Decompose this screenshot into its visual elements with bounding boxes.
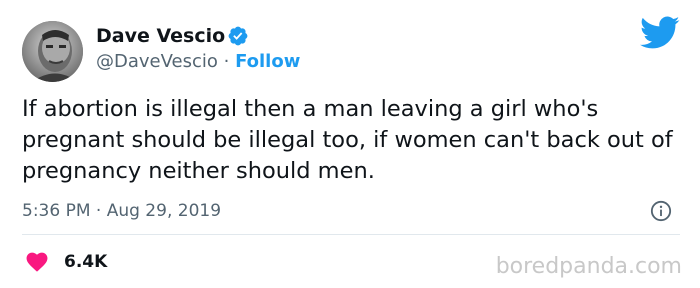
follow-button[interactable]: Follow — [235, 51, 300, 72]
handle[interactable]: @DaveVescio — [96, 51, 218, 72]
handle-row: @DaveVescio · Follow — [96, 50, 300, 74]
separator: · — [217, 51, 236, 72]
divider — [22, 234, 680, 235]
twitter-bird-icon[interactable] — [640, 16, 680, 50]
watermark: boredpanda.com — [495, 254, 682, 279]
tweet-text: If abortion is illegal then a man leavin… — [22, 96, 673, 184]
like-count: 6.4K — [64, 252, 108, 272]
verified-badge-icon — [228, 26, 248, 46]
info-icon[interactable] — [650, 200, 672, 222]
timestamp[interactable]: 5:36 PM · Aug 29, 2019 — [22, 200, 221, 222]
heart-icon — [26, 252, 48, 272]
avatar-photo — [22, 21, 83, 82]
display-name[interactable]: Dave Vescio — [96, 24, 225, 48]
avatar[interactable] — [22, 21, 83, 82]
like-button[interactable]: 6.4K — [26, 250, 107, 274]
